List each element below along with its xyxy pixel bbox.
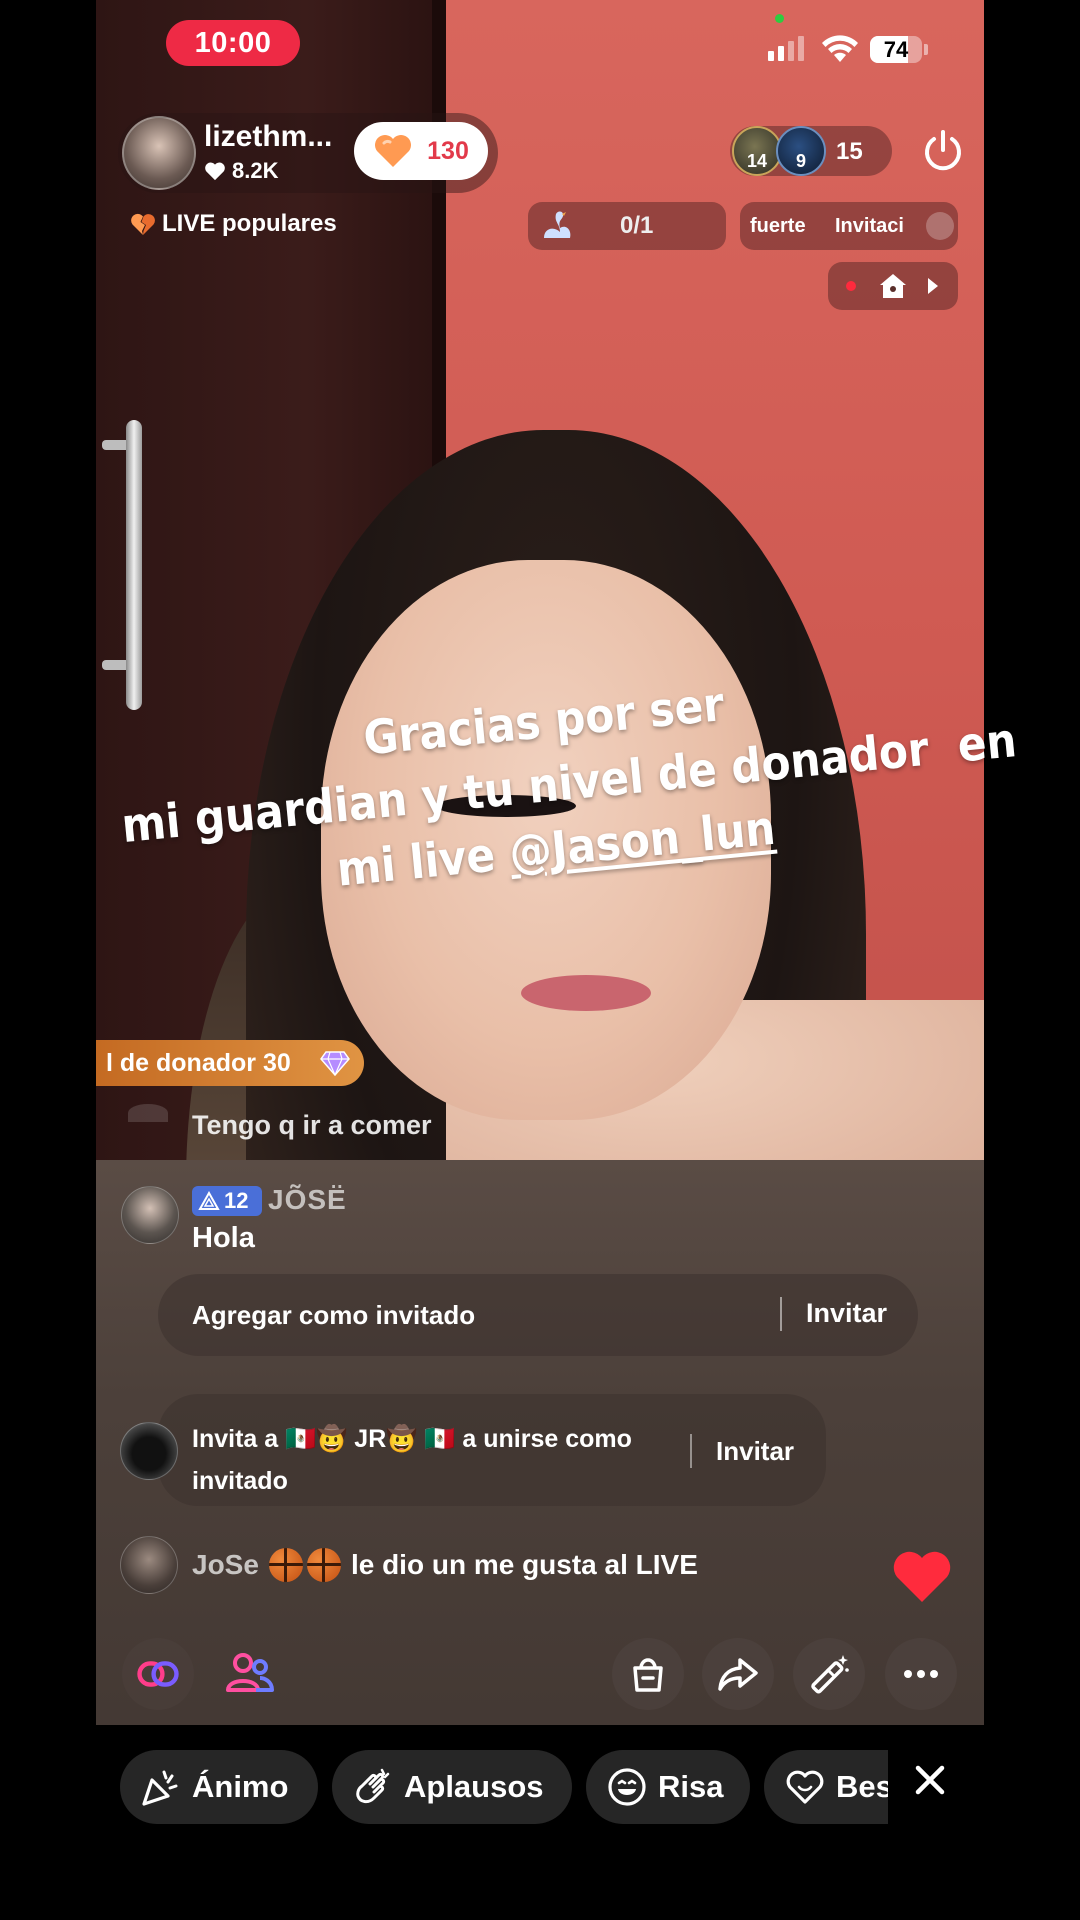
- shop-bag-icon: [633, 1658, 663, 1692]
- user-level: 12: [224, 1188, 249, 1213]
- invite-line: Invita a 🇲🇽🤠 JR🤠 🇲🇽 a unirse como: [192, 1425, 632, 1453]
- tabs-more-icon[interactable]: [926, 212, 954, 240]
- reaction-label: Aplausos: [404, 1769, 544, 1804]
- battery-tip: [924, 44, 928, 55]
- reaction-clip: Bes: [760, 1740, 890, 1840]
- basketball-icon: [268, 1548, 303, 1582]
- like-notice-user[interactable]: JoSe: [192, 1549, 259, 1581]
- battery-icon: 74: [870, 36, 922, 63]
- door-handle: [126, 420, 142, 710]
- goal-pill[interactable]: 0/1: [528, 202, 726, 250]
- diamond-icon: [320, 1051, 350, 1076]
- swan-gift-icon: [544, 211, 571, 238]
- sticker-line-prefix: mi live: [334, 826, 513, 898]
- more-button[interactable]: [885, 1638, 957, 1710]
- comment-avatar: [128, 1104, 168, 1122]
- guests-icon: [226, 1653, 274, 1692]
- top-viewer-avatar[interactable]: 9: [776, 126, 826, 176]
- camera-indicator: [775, 14, 784, 23]
- party-popper-icon: [142, 1770, 178, 1806]
- shop-button[interactable]: [612, 1638, 684, 1710]
- basketball-icon: [306, 1548, 341, 1582]
- like-notice-text: le dio un me gusta al LIVE: [350, 1549, 698, 1580]
- live-tabs-pill[interactable]: fuerte Invitaci: [740, 202, 958, 250]
- reaction-label: Ánimo: [192, 1769, 289, 1804]
- tab-fuerte[interactable]: fuerte: [750, 215, 806, 238]
- viewer-count[interactable]: 15: [836, 138, 863, 166]
- power-icon[interactable]: [920, 128, 966, 174]
- goal-progress: 0/1: [620, 212, 654, 239]
- add-guest-label: Agregar como invitado: [192, 1300, 476, 1330]
- donor-level-banner: l de donador 30: [96, 1040, 364, 1086]
- comment-avatar[interactable]: [120, 1422, 178, 1480]
- link-icon: [137, 1661, 179, 1687]
- donor-level-text: l de donador 30: [106, 1048, 291, 1077]
- laugh-face-icon: [608, 1768, 646, 1806]
- invite-line: invitado: [192, 1467, 288, 1495]
- viewer-level: 14: [746, 151, 768, 171]
- reaction-label: Risa: [658, 1769, 724, 1804]
- streamer-lips: [521, 975, 651, 1011]
- comment-avatar[interactable]: [121, 1186, 179, 1244]
- battery-percent: 74: [883, 36, 909, 62]
- comment-text: Hola: [192, 1222, 255, 1254]
- host-avatar[interactable]: [122, 116, 196, 190]
- play-arrow-icon: [928, 278, 938, 294]
- host-likes-count: 8.2K: [232, 158, 279, 183]
- reaction-risa[interactable]: Risa: [586, 1750, 750, 1824]
- top-viewer-avatar[interactable]: 14: [732, 126, 782, 176]
- wifi-icon: [822, 35, 858, 62]
- close-icon[interactable]: [912, 1762, 948, 1798]
- invite-guest-text: Invita a 🇲🇽🤠 JR🤠 🇲🇽 a unirse como invita…: [192, 1418, 672, 1502]
- record-dot-icon: [846, 281, 856, 291]
- broken-heart-icon: [131, 213, 155, 235]
- more-icon: [904, 1670, 938, 1678]
- like-heart-icon: [893, 1551, 951, 1602]
- divider: [690, 1434, 692, 1468]
- comment-username[interactable]: JÕSË: [268, 1184, 347, 1216]
- reaction-animo[interactable]: Ánimo: [120, 1750, 318, 1824]
- cellular-signal-icon: [768, 36, 804, 61]
- share-icon: [718, 1658, 758, 1691]
- tab-invitacion[interactable]: Invitaci: [835, 215, 904, 238]
- heart-icon: [205, 162, 225, 181]
- link-button[interactable]: [122, 1638, 194, 1710]
- invite-button[interactable]: Invitar: [806, 1298, 887, 1329]
- host-likes: 8.2K: [204, 158, 278, 184]
- reaction-besos[interactable]: Bes: [764, 1750, 890, 1824]
- home-icon: [880, 274, 906, 298]
- follow-count: 130: [427, 136, 469, 165]
- effects-button[interactable]: [793, 1638, 865, 1710]
- magic-wand-icon: [811, 1655, 849, 1694]
- follow-button[interactable]: 130: [354, 122, 488, 180]
- clap-icon: [356, 1768, 390, 1804]
- reaction-aplausos[interactable]: Aplausos: [332, 1750, 572, 1824]
- live-popular-link[interactable]: LIVE populares: [130, 210, 337, 238]
- guests-button[interactable]: [218, 1642, 282, 1706]
- invite-user-button[interactable]: Invitar: [716, 1436, 794, 1467]
- host-username[interactable]: lizethm...: [204, 120, 332, 154]
- divider: [780, 1297, 782, 1331]
- status-time: 10:00: [166, 20, 300, 66]
- level-triangle-icon: [198, 1191, 220, 1210]
- share-button[interactable]: [702, 1638, 774, 1710]
- viewer-level: 9: [795, 151, 806, 171]
- comment-text: Tengo q ir a comer: [192, 1110, 432, 1140]
- kiss-heart-icon: [786, 1770, 824, 1804]
- comment-avatar[interactable]: [120, 1536, 178, 1594]
- like-notice: JoSe le dio un me gusta al LIVE: [192, 1548, 698, 1582]
- user-level-badge: 12: [192, 1186, 262, 1216]
- live-popular-label: LIVE populares: [162, 210, 337, 237]
- reaction-label: Bes: [836, 1769, 890, 1804]
- orange-heart-icon: [375, 135, 412, 167]
